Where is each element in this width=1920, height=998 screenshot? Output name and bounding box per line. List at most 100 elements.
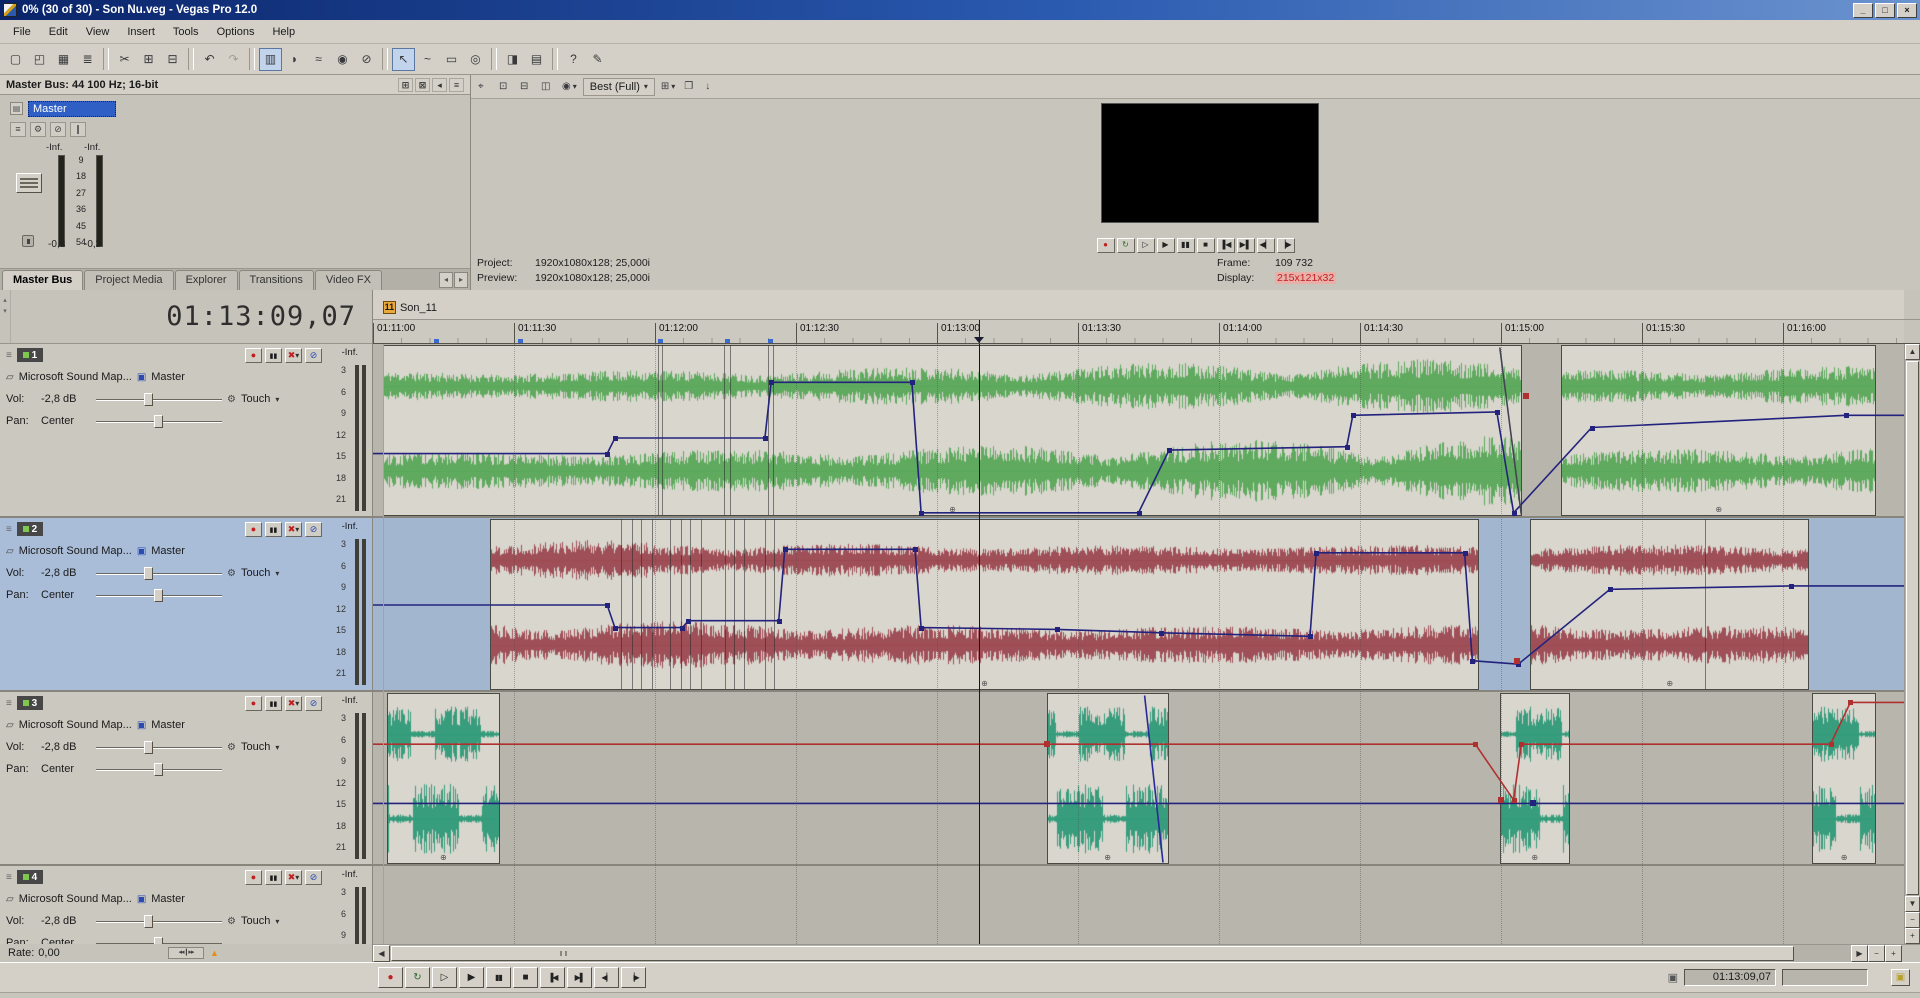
mixer-button[interactable]: ▤ xyxy=(525,48,548,71)
track-4-mute-button[interactable]: ⊘ xyxy=(305,870,322,885)
cut-button[interactable]: ✂ xyxy=(113,48,136,71)
bus-routing-icon[interactable]: ▣ xyxy=(137,720,146,731)
tab-scroll-right-button[interactable]: ▸ xyxy=(454,272,468,288)
envelope-node[interactable] xyxy=(613,436,618,441)
zoom-out-vertical-button[interactable]: − xyxy=(1905,912,1920,928)
envelope-node[interactable] xyxy=(1167,448,1172,453)
bus-assignment-label[interactable]: Master xyxy=(151,893,185,905)
envelope-node[interactable] xyxy=(1519,742,1524,747)
timeline-marker[interactable]: 11 Son_11 xyxy=(383,301,437,314)
track-3-arm-button[interactable]: ● xyxy=(245,696,262,711)
envelope-node[interactable] xyxy=(686,619,691,624)
mixer-panel-button-4[interactable]: ≡ xyxy=(449,78,464,92)
track-grip-icon[interactable]: ≡ xyxy=(6,872,12,883)
copy-snapshot-button[interactable]: ⊡ xyxy=(496,78,514,96)
copy-frame-button[interactable]: ❐ xyxy=(681,78,699,96)
volume-fader-thumb[interactable] xyxy=(144,915,153,928)
go-to-end-button[interactable]: ▶▌ xyxy=(1237,238,1255,253)
automation-settings-icon[interactable]: ⚙ xyxy=(227,394,236,405)
mixer-panel-button-1[interactable]: ⊞ xyxy=(398,78,413,92)
hscroll-track[interactable] xyxy=(390,945,1851,962)
event-handle-icon[interactable]: ⊕ xyxy=(1664,679,1676,689)
envelope-node[interactable] xyxy=(763,436,768,441)
envelope-node[interactable] xyxy=(1470,659,1475,664)
track-2-track-fx-button[interactable]: ✖▾ xyxy=(285,522,302,537)
split-screen-view-button[interactable]: ⊞▾ xyxy=(658,78,678,96)
track-2-arm-button[interactable]: ● xyxy=(245,522,262,537)
envelope-node[interactable] xyxy=(919,511,924,516)
envelope-node[interactable] xyxy=(1829,742,1834,747)
prev-frame-button[interactable]: ◀▏ xyxy=(1257,238,1275,253)
automation-mode-label[interactable]: Touch xyxy=(241,915,270,927)
auto-ripple-button[interactable]: ≈ xyxy=(307,48,330,71)
scroll-down-button[interactable]: ▼ xyxy=(1905,896,1920,912)
track-lane-3[interactable]: ⊕⊕⊕⊕ xyxy=(373,692,1904,866)
pan-value[interactable]: Center xyxy=(41,937,91,944)
track-3-track-fx-button[interactable]: ✖▾ xyxy=(285,696,302,711)
volume-fader[interactable] xyxy=(96,915,222,928)
pan-slider-thumb[interactable] xyxy=(154,589,163,602)
pan-slider-thumb[interactable] xyxy=(154,415,163,428)
track-grip-icon[interactable]: ≡ xyxy=(6,698,12,709)
close-button[interactable]: × xyxy=(1897,3,1917,18)
undo-button[interactable]: ↶ xyxy=(198,48,221,71)
envelope-node[interactable] xyxy=(1608,587,1613,592)
ignore-event-grouping-button[interactable]: ⊘ xyxy=(355,48,378,71)
volume-value[interactable]: -2,8 dB xyxy=(41,393,91,405)
volume-value[interactable]: -2,8 dB xyxy=(41,741,91,753)
event-handle-icon[interactable]: ⊕ xyxy=(1102,853,1114,863)
envelope-node[interactable] xyxy=(1512,511,1517,516)
bus-routing-icon[interactable]: ▣ xyxy=(137,894,146,905)
master-volume-fader[interactable] xyxy=(16,173,42,193)
bus-assignment-label[interactable]: Master xyxy=(151,371,185,383)
marker-number[interactable]: 11 xyxy=(383,301,396,314)
envelope-node[interactable] xyxy=(1159,631,1164,636)
pan-slider-thumb[interactable] xyxy=(154,937,163,945)
volume-fader-thumb[interactable] xyxy=(144,567,153,580)
volume-value[interactable]: -2,8 dB xyxy=(41,567,91,579)
maximize-button[interactable]: □ xyxy=(1875,3,1895,18)
automation-mode-label[interactable]: Touch xyxy=(241,567,270,579)
pan-slider[interactable] xyxy=(96,937,222,945)
envelope-node[interactable] xyxy=(680,626,685,631)
play-button[interactable]: ▶ xyxy=(459,967,484,988)
track-2-mute-button[interactable]: ⊘ xyxy=(305,522,322,537)
tab-transitions[interactable]: Transitions xyxy=(239,270,314,290)
envelope-node[interactable] xyxy=(910,380,915,385)
stop-button[interactable]: ■ xyxy=(513,967,538,988)
pause-button[interactable]: ▮▮ xyxy=(1177,238,1195,253)
zoom-in-button[interactable]: + xyxy=(1885,945,1902,962)
cursor-head-icon[interactable] xyxy=(974,337,984,343)
envelope-node[interactable] xyxy=(1848,700,1853,705)
envelope-node[interactable] xyxy=(1523,393,1529,399)
next-frame-button[interactable]: ▕▶ xyxy=(1277,238,1295,253)
pan-slider-thumb[interactable] xyxy=(154,763,163,776)
bus-mute-icon[interactable]: ⊘ xyxy=(50,122,66,137)
envelope-node[interactable] xyxy=(1055,627,1060,632)
recording-device-label[interactable]: Microsoft Sound Map... xyxy=(19,545,132,557)
menu-insert[interactable]: Insert xyxy=(118,22,164,42)
playback-cursor[interactable] xyxy=(979,344,980,944)
hscroll-thumb[interactable] xyxy=(391,946,1794,961)
play-from-start-button[interactable]: ▷ xyxy=(1137,238,1155,253)
envelope-node[interactable] xyxy=(1590,426,1595,431)
automation-settings-icon[interactable]: ⚙ xyxy=(227,568,236,579)
automation-mode-label[interactable]: Touch xyxy=(241,741,270,753)
go-to-end-button[interactable]: ▶▌ xyxy=(567,967,592,988)
tab-video-fx[interactable]: Video FX xyxy=(315,270,382,290)
bus-name-field[interactable]: Master xyxy=(28,101,116,117)
envelope-node[interactable] xyxy=(605,452,610,457)
stop-button[interactable]: ■ xyxy=(1197,238,1215,253)
event-handle-icon[interactable]: ⊕ xyxy=(946,505,958,515)
mixer-panel-button-3[interactable]: ◂ xyxy=(432,78,447,92)
pan-slider[interactable] xyxy=(96,589,222,602)
volume-fader-thumb[interactable] xyxy=(144,741,153,754)
recording-device-label[interactable]: Microsoft Sound Map... xyxy=(19,893,132,905)
overlay-options-button[interactable]: ◉▾ xyxy=(559,78,580,96)
track-lane-1[interactable]: ⊕⊕ xyxy=(373,344,1904,518)
track-lane-4[interactable] xyxy=(373,866,1904,944)
envelope-node[interactable] xyxy=(1498,797,1504,803)
envelope-node[interactable] xyxy=(1473,742,1478,747)
save-project-button[interactable]: ▦ xyxy=(52,48,75,71)
menu-edit[interactable]: Edit xyxy=(40,22,77,42)
